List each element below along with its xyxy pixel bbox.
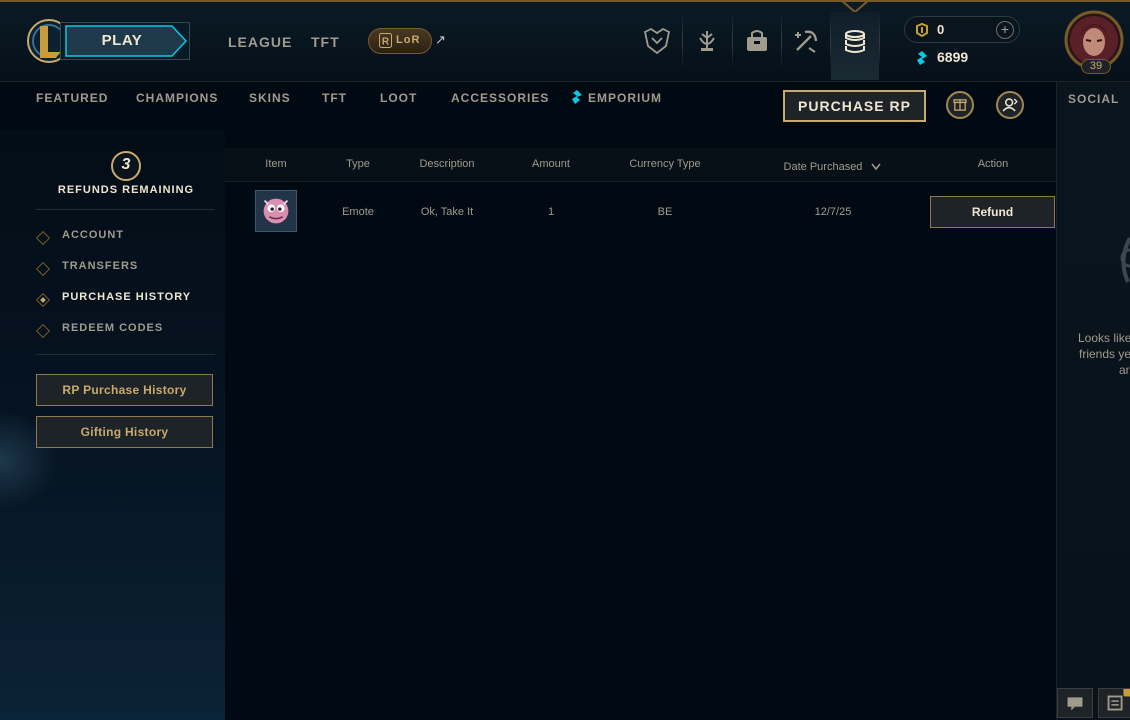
store-tab-accessories[interactable]: ACCESSORIES (451, 91, 549, 105)
riot-points-icon (916, 22, 928, 38)
refunds-remaining-label: REFUNDS REMAINING (57, 184, 195, 196)
sidebar-item-label: TRANSFERS (62, 260, 139, 272)
gifting-history-button[interactable]: Gifting History (36, 416, 213, 448)
column-header-amount: Amount (532, 158, 570, 170)
emporium-icon (572, 90, 582, 104)
store-tab-emporium[interactable]: EMPORIUM (588, 91, 662, 105)
diamond-icon (35, 261, 51, 277)
column-header-date-purchased[interactable]: Date Purchased (773, 161, 873, 173)
add-rp-button[interactable]: + (996, 21, 1014, 39)
refunds-count: 3 (121, 156, 131, 173)
chat-icon[interactable] (1057, 688, 1093, 718)
store-tab-champions[interactable]: CHAMPIONS (136, 91, 218, 105)
nav-tft-link[interactable]: TFT (311, 34, 340, 50)
nav-separator (682, 12, 683, 68)
column-header-action: Action (977, 158, 1009, 170)
gift-icon[interactable] (946, 91, 974, 119)
blue-essence-balance: 6899 (937, 49, 969, 65)
svg-text:R: R (382, 37, 390, 48)
summoner-level-badge: 39 (1081, 59, 1111, 74)
cell-date-purchased: 12/7/25 (814, 206, 852, 218)
column-header-item: Item (265, 158, 287, 170)
column-header-currency-type[interactable]: Currency Type (605, 158, 725, 170)
cell-currency-type: BE (657, 206, 673, 218)
social-title: SOCIAL (1068, 92, 1120, 106)
sidebar-item-label: ACCOUNT (62, 229, 124, 241)
loot-icon[interactable] (791, 26, 821, 56)
store-tab-tft[interactable]: TFT (322, 91, 347, 105)
collection-icon[interactable] (742, 26, 772, 56)
purchase-history-table: Item Type Description Amount Currency Ty… (225, 148, 1056, 720)
cell-description: Ok, Take It (420, 206, 474, 218)
sidebar-item-account[interactable]: ACCOUNT (35, 229, 216, 249)
diamond-icon (35, 230, 51, 246)
store-icon[interactable] (840, 26, 870, 56)
social-message-line: friends ye (1079, 347, 1130, 361)
account-icon[interactable] (996, 91, 1024, 119)
store-tab-skins[interactable]: SKINS (249, 91, 291, 105)
sidebar-item-label: REDEEM CODES (62, 322, 164, 334)
lor-label: LoR (396, 34, 421, 46)
rp-purchase-history-button[interactable]: RP Purchase History (36, 374, 213, 406)
rp-balance: 0 (937, 22, 945, 37)
store-tab-featured[interactable]: FEATURED (36, 91, 108, 105)
sidebar-item-transfers[interactable]: TRANSFERS (35, 260, 216, 280)
nav-separator (879, 12, 880, 68)
sidebar-item-purchase-history[interactable]: PURCHASE HISTORY (35, 291, 216, 311)
sidebar-item-redeem-codes[interactable]: REDEEM CODES (35, 322, 216, 342)
cell-type: Emote (342, 206, 374, 218)
sidebar-item-label: PURCHASE HISTORY (62, 291, 192, 303)
store-tab-loot[interactable]: LOOT (380, 91, 417, 105)
mission-log-icon[interactable] (1098, 688, 1130, 718)
external-link-icon: ↗ (435, 32, 446, 47)
sidebar-divider (36, 209, 215, 210)
sidebar-divider (36, 354, 215, 355)
blue-essence-icon (917, 51, 927, 65)
social-message-line: ar (1119, 363, 1130, 377)
play-button[interactable]: PLAY (80, 22, 164, 60)
cell-amount: 1 (547, 206, 555, 218)
column-header-description: Description (419, 158, 475, 170)
social-empty-message: Looks like friends ye ar (1066, 330, 1130, 378)
active-diamond-icon (35, 292, 51, 308)
social-message-line: Looks like (1078, 331, 1130, 345)
nav-separator (732, 12, 733, 68)
lor-emblem-icon: R (379, 33, 392, 48)
purchase-rp-button[interactable]: PURCHASE RP (783, 90, 926, 122)
refund-button[interactable]: Refund (930, 196, 1055, 228)
tft-tactician-icon[interactable] (692, 26, 722, 56)
emote-thumbnail (255, 190, 297, 232)
friends-empty-illustration (1120, 237, 1130, 283)
nav-league-link[interactable]: LEAGUE (228, 34, 292, 50)
social-panel (1056, 82, 1130, 720)
chevron-down-icon[interactable] (870, 162, 882, 172)
nav-separator (781, 12, 782, 68)
column-header-type: Type (346, 158, 370, 170)
diamond-icon (35, 323, 51, 339)
worlds-icon[interactable] (642, 26, 672, 56)
